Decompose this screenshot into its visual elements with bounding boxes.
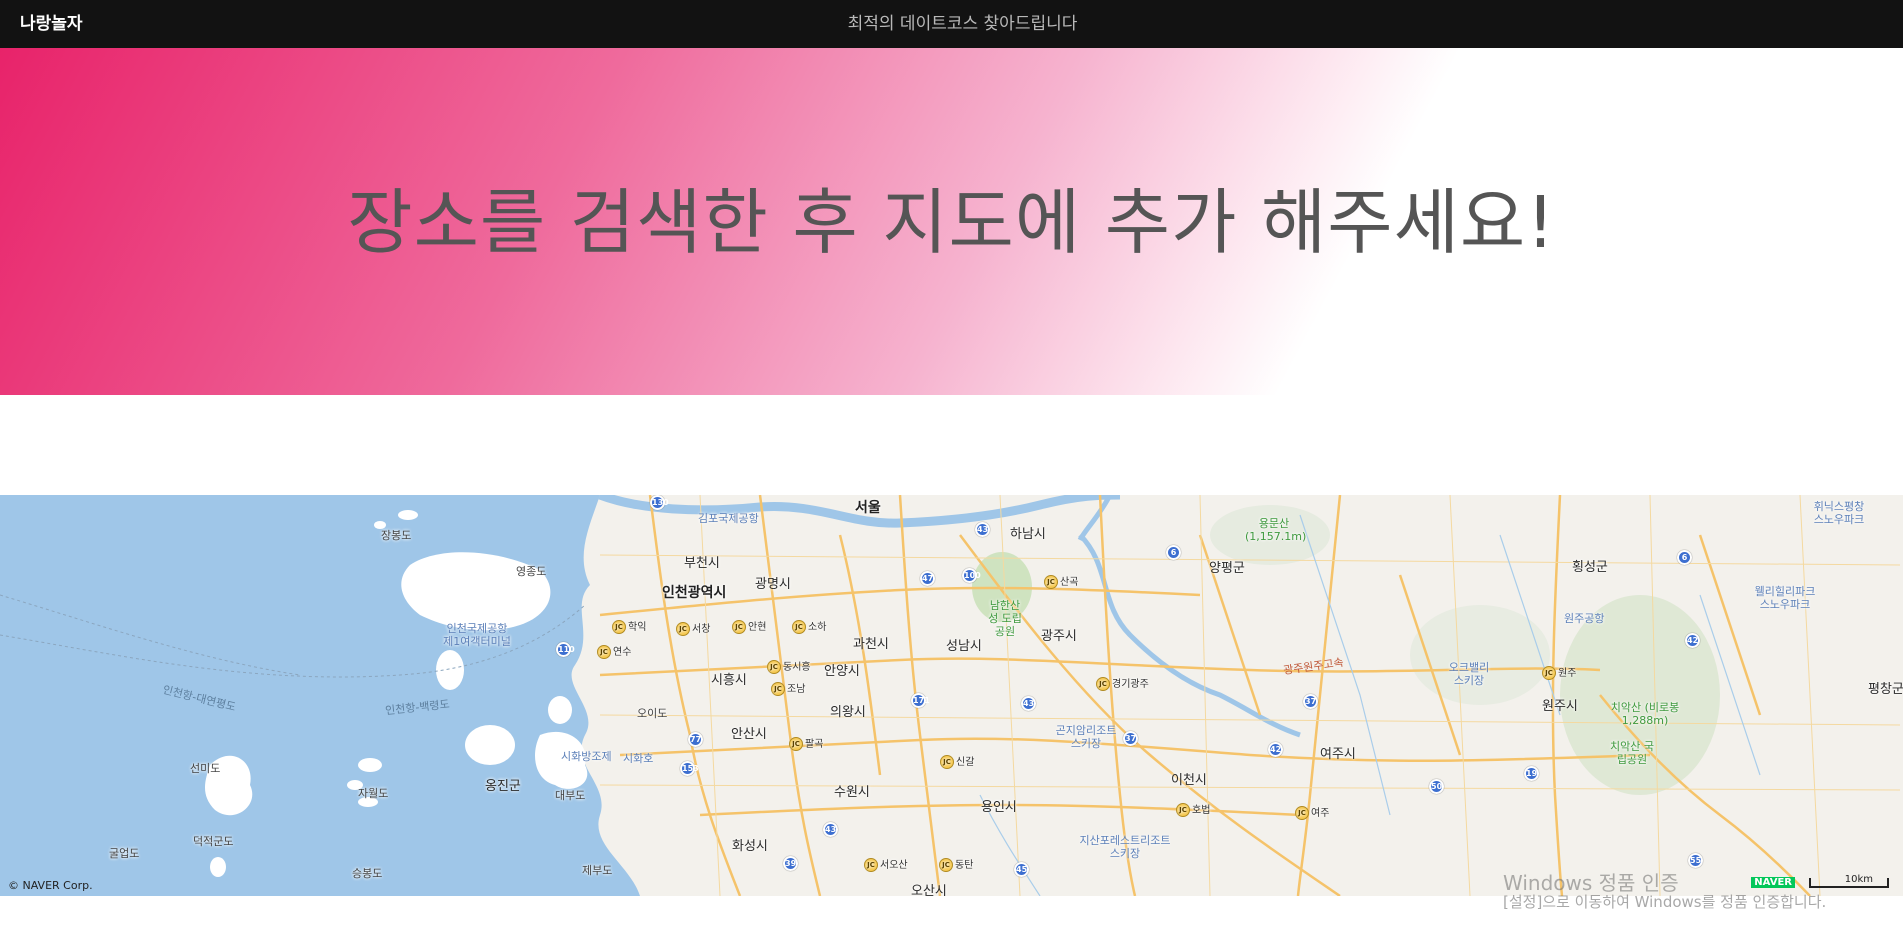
highway-shield: 43 (975, 522, 990, 537)
map-jc-hobeop: JC 호법 (1176, 801, 1210, 817)
map-poi-oakvalley: 오크밸리 스키장 (1448, 661, 1490, 687)
naver-logo[interactable]: NAVER (1751, 877, 1795, 888)
map-jc-sangok: JC 산곡 (1044, 573, 1078, 589)
map-poi-welli-hilli: 웰리힐리파크 스노우파크 (1754, 585, 1816, 611)
map-label-gwangmyeong: 광명시 (755, 577, 791, 592)
map-jc-dongtan: JC 동탄 (939, 856, 973, 872)
header-tagline: 최적의 데이트코스 찾아드립니다 (847, 14, 1078, 34)
hero-banner: 장소를 검색한 후 지도에 추가 해주세요! (0, 48, 1903, 395)
map-label-deokjeokgundo: 덕적군도 (193, 835, 234, 848)
highway-shield: 19 (1524, 766, 1539, 781)
highway-shield: 110 (556, 642, 575, 657)
map-label-yeoju: 여주시 (1320, 747, 1356, 762)
map-label-yongin: 용인시 (981, 800, 1017, 815)
map-label-hanam: 하남시 (1010, 527, 1046, 542)
map-label-jangbongdo: 장봉도 (381, 529, 412, 542)
map-label-bucheon: 부천시 (684, 556, 720, 571)
map-label-oido: 오이도 (637, 707, 668, 720)
map-scale-bar (1809, 878, 1889, 888)
highway-shield: 153 (680, 761, 699, 776)
map-label-seungbongdo: 승봉도 (352, 867, 383, 880)
map-label-osan: 오산시 (911, 884, 947, 896)
map-jc-yeoju: JC 여주 (1295, 804, 1329, 820)
map-label-gurupdo: 굴업도 (109, 847, 140, 860)
map-label-uiwang: 의왕시 (830, 705, 866, 720)
map-label-pyeongchang: 평창군 (1868, 682, 1903, 697)
map-jc-hagik: JC 학익 (612, 618, 646, 634)
map-label-hwaseong: 화성시 (732, 839, 768, 854)
map-copyright: © NAVER Corp. (8, 879, 93, 892)
highway-shield: 77 (688, 732, 703, 747)
highway-shield: 43 (823, 822, 838, 837)
highway-shield: 171 (911, 693, 930, 708)
map-label-seongnam: 성남시 (946, 639, 982, 654)
map-label-jawoldo: 자월도 (358, 787, 389, 800)
highway-shield: 100 (962, 568, 981, 583)
highway-shield: 6 (1166, 545, 1181, 560)
highway-shield: 42 (1268, 742, 1283, 757)
highway-shield: 55 (1688, 853, 1703, 868)
map-jc-singal: JC 신갈 (940, 753, 974, 769)
highway-shield: 130 (650, 495, 669, 510)
map-label-icheon: 이천시 (1171, 773, 1207, 788)
map-jc-yeonsu: JC 연수 (597, 643, 631, 659)
map-label-seonmido: 선미도 (190, 762, 221, 775)
map-park-yongmunsan: 용문산 (1,157.1m) (1245, 517, 1307, 543)
highway-shield: 42 (1685, 633, 1700, 648)
map-park-chiaksan-national: 치악산 국립공원 (1610, 740, 1654, 766)
map-poi-sihwaho: 시화호 (623, 752, 654, 765)
map-poi-incheon-airport: 인천국제공항 제1여객터미널 (443, 622, 511, 648)
map-label-gwacheon: 과천시 (853, 637, 889, 652)
map-poi-wonju-airport: 원주공항 (1564, 612, 1605, 625)
map-jc-dongsiheung: JC 동시흥 (767, 658, 811, 674)
map-label-jebudo: 제부도 (582, 864, 613, 877)
map-view[interactable]: 서울 인천광역시 부천시 광명시 하남시 양평군 횡성군 과천시 성남시 광주시… (0, 495, 1903, 896)
map-jc-joam: JC 조남 (771, 680, 805, 696)
map-jc-seochang: JC 서창 (676, 620, 710, 636)
map-poi-phoenix: 휘닉스평창 스노우파크 (1813, 500, 1865, 526)
map-jc-soha: JC 소하 (792, 618, 826, 634)
map-label-ansan: 안산시 (731, 727, 767, 742)
map-base-layer (0, 495, 1901, 896)
map-label-wonju: 원주시 (1542, 699, 1578, 714)
windows-activation-subtitle: [설정]으로 이동하여 Windows를 정품 인증합니다. (1503, 893, 1827, 911)
map-label-gwangju: 광주시 (1041, 629, 1077, 644)
map-poi-gonjiam: 곤지암리조트 스키장 (1055, 724, 1117, 750)
highway-shield: 47 (920, 571, 935, 586)
highway-shield: 37 (1123, 731, 1138, 746)
map-label-ongjin: 옹진군 (485, 779, 521, 794)
highway-shield: 43 (1021, 696, 1036, 711)
map-label-yeongjongdo: 영종도 (516, 565, 547, 578)
map-label-incheon: 인천광역시 (662, 585, 727, 601)
map-label-yangpyeong: 양평군 (1209, 561, 1245, 576)
map-jc-gyeonggigwangju: JC 경기광주 (1096, 675, 1149, 691)
top-navbar: 나랑놀자 최적의 데이트코스 찾아드립니다 (0, 0, 1903, 48)
map-park-namhansanseong: 남한산성 도립공원 (988, 599, 1022, 638)
hero-title: 장소를 검색한 후 지도에 추가 해주세요! (347, 181, 1556, 264)
map-poi-jisan: 지산포레스트리조트 스키장 (1079, 834, 1171, 860)
map-poi-sihwa-dam: 시화방조제 (561, 750, 612, 763)
map-park-chiaksan: 치악산 (비로봉1,288m) (1610, 701, 1680, 727)
highway-shield: 37 (1303, 694, 1318, 709)
highway-shield: 6 (1677, 550, 1692, 565)
map-jc-wonju: JC 원주 (1542, 664, 1576, 680)
map-label-seoul: 서울 (855, 500, 881, 516)
map-poi-gimpo-airport: 김포국제공항 (698, 512, 759, 525)
map-label-daebudo: 대부도 (555, 789, 586, 802)
map-label-siheung: 시흥시 (711, 673, 747, 688)
map-label-hoengseong: 횡성군 (1572, 560, 1608, 575)
highway-shield: 45 (1014, 862, 1029, 877)
highway-shield: 39 (783, 856, 798, 871)
map-jc-anhyeon: JC 안현 (732, 618, 766, 634)
map-label-anyang: 안양시 (824, 664, 860, 679)
map-label-suwon: 수원시 (834, 785, 870, 800)
highway-shield: 50 (1429, 779, 1444, 794)
map-jc-palgok: JC 팔곡 (789, 735, 823, 751)
map-jc-seoosan: JC 서오산 (864, 856, 908, 872)
